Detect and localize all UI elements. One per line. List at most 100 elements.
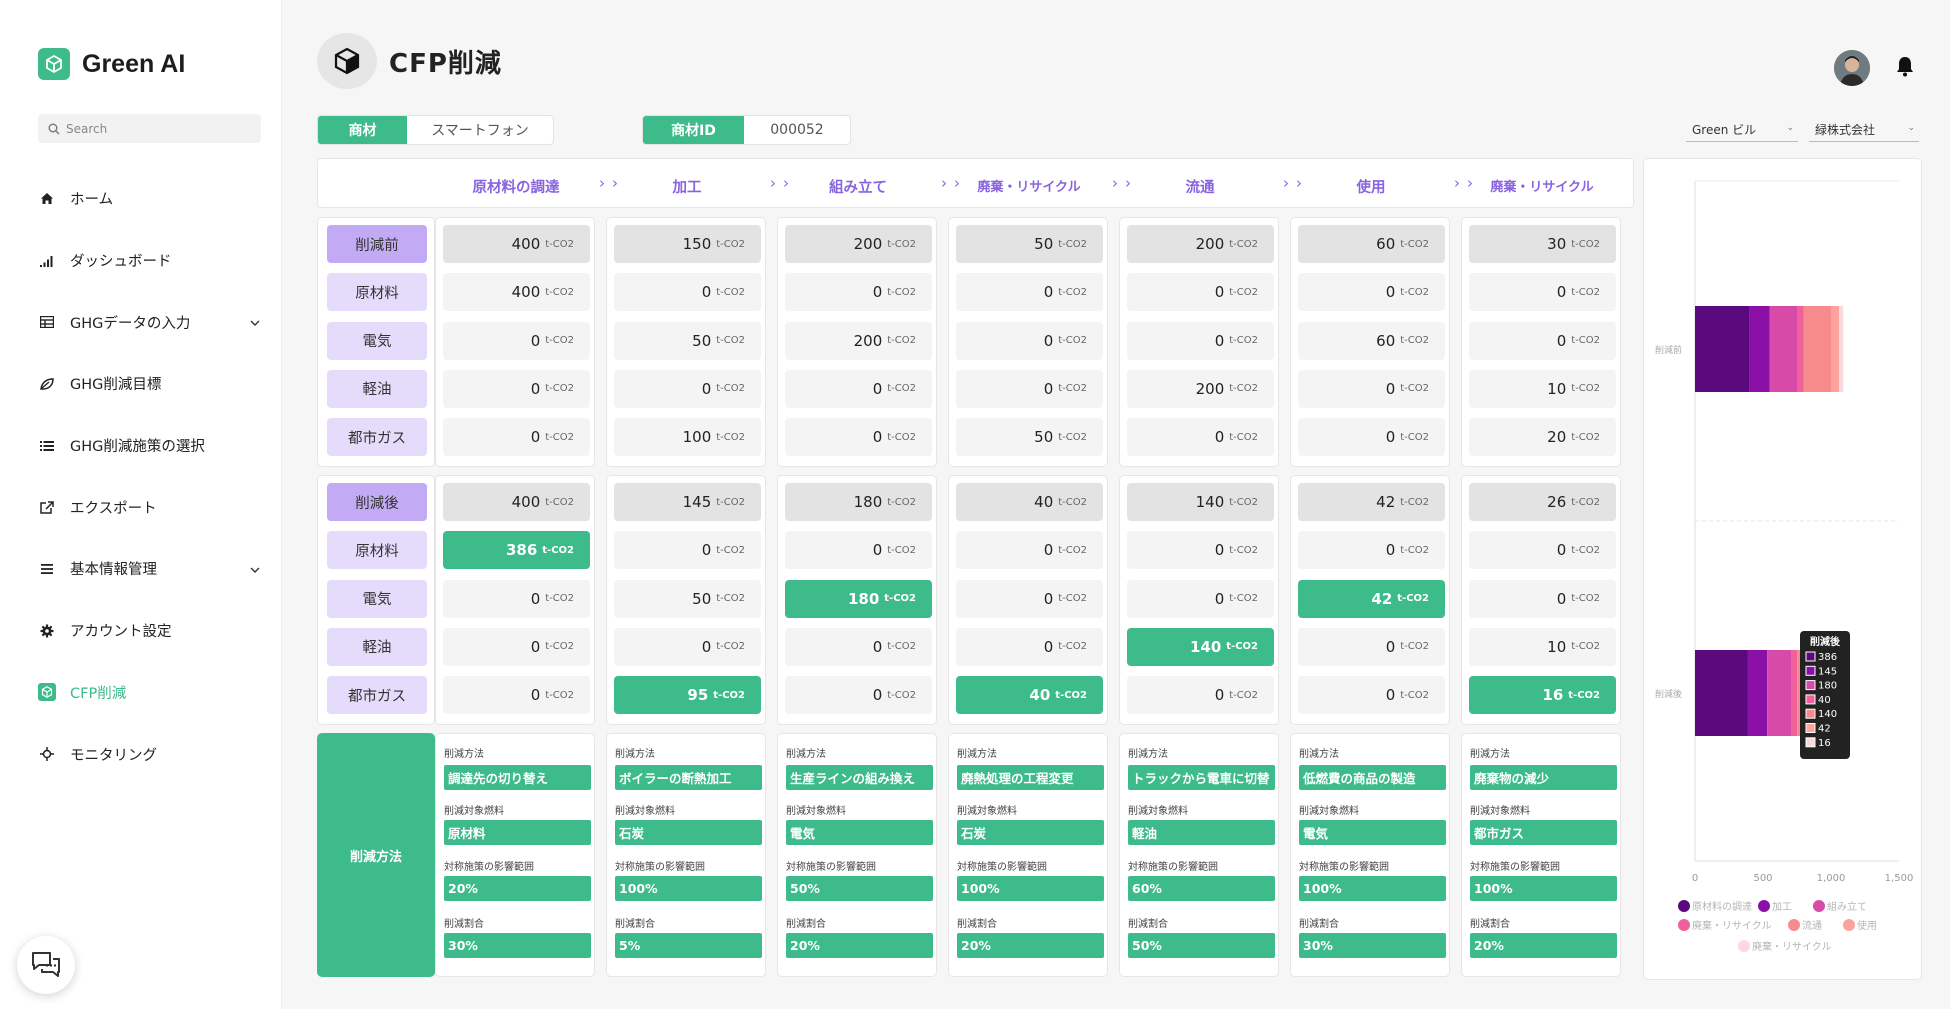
method-value-ratio[interactable]: 5%	[615, 933, 762, 958]
method-caption-ratio: 削減割合	[615, 919, 655, 930]
value-cell: 150 t-CO2	[614, 225, 761, 263]
method-value-ratio[interactable]: 20%	[786, 933, 933, 958]
tooltip-swatch	[1805, 651, 1816, 662]
cell-value: 140	[1195, 493, 1225, 511]
method-value-scope[interactable]: 100%	[615, 876, 762, 901]
sidebar-item-dashboard[interactable]: ダッシュボード	[38, 230, 262, 292]
product-id-value: 000052	[770, 122, 824, 138]
cell-unit: t-CO2	[884, 593, 916, 605]
value-cell: 0 t-CO2	[614, 531, 761, 570]
cell-unit: t-CO2	[545, 431, 574, 443]
value-cell: 0 t-CO2	[956, 531, 1103, 570]
method-value-fuel[interactable]: 石炭	[615, 820, 762, 845]
sidebar-item-cfp[interactable]: CFP削減	[38, 662, 262, 724]
before-block-column: 200 t-CO2 0 t-CO2 0 t-CO2 200 t-CO2 0 t-CO2	[1119, 217, 1279, 467]
cell-unit: t-CO2	[542, 544, 574, 556]
method-value-scope[interactable]: 20%	[444, 876, 591, 901]
value-cell: 0 t-CO2	[443, 627, 590, 666]
tooltip-swatch	[1805, 737, 1816, 748]
cell-unit: t-CO2	[1058, 496, 1087, 508]
method-value-fuel[interactable]: 原材料	[444, 820, 591, 845]
method-value-method[interactable]: 廃棄物の減少	[1470, 765, 1617, 790]
value-cell: 180 t-CO2	[785, 483, 932, 521]
cell-value: 0	[1556, 283, 1567, 302]
value-cell: 0 t-CO2	[1298, 627, 1445, 666]
legend-swatch	[1758, 900, 1770, 912]
cell-value: 0	[872, 283, 883, 302]
method-value-fuel[interactable]: 石炭	[957, 820, 1104, 845]
sidebar-item-basic-info[interactable]: 基本情報管理	[38, 538, 262, 600]
method-value-ratio[interactable]: 20%	[957, 933, 1104, 958]
method-value-fuel[interactable]: 軽油	[1128, 820, 1275, 845]
method-value-scope[interactable]: 60%	[1128, 876, 1275, 901]
sidebar-item-monitoring[interactable]: モニタリング	[38, 723, 262, 785]
cell-value: 0	[1214, 686, 1225, 705]
method-value-ratio[interactable]: 30%	[1299, 933, 1446, 958]
building-select[interactable]: Green ビル ⌄	[1686, 118, 1798, 142]
method-value-method[interactable]: トラックから電車に切替	[1128, 765, 1275, 790]
sidebar-item-home[interactable]: ホーム	[38, 168, 262, 230]
chat-icon	[32, 952, 60, 977]
cell-value: 200	[1195, 235, 1225, 253]
value-cell: 0 t-CO2	[443, 579, 590, 618]
chat-button[interactable]	[17, 936, 75, 994]
value-cell: 40 t-CO2	[956, 676, 1103, 715]
method-value-scope[interactable]: 50%	[786, 876, 933, 901]
company-select[interactable]: 緑株式会社 ⌄	[1809, 118, 1919, 142]
method-value-method[interactable]: 低燃費の商品の製造	[1299, 765, 1446, 790]
method-value-ratio[interactable]: 50%	[1128, 933, 1275, 958]
method-value-fuel[interactable]: 都市ガス	[1470, 820, 1617, 845]
chevron-down-icon[interactable]	[250, 561, 260, 577]
cell-value: 0	[872, 686, 883, 705]
app-logo[interactable]: Green AI	[38, 48, 185, 80]
search-input[interactable]: Search	[38, 114, 261, 143]
sidebar-item-label: モニタリング	[70, 747, 157, 764]
category-label: 削減前	[1655, 344, 1682, 356]
method-value-scope[interactable]: 100%	[957, 876, 1104, 901]
sidebar-item-account[interactable]: アカウント設定	[38, 600, 262, 662]
cell-unit: t-CO2	[545, 286, 574, 298]
method-value-ratio[interactable]: 30%	[444, 933, 591, 958]
sidebar-item-label: GHGデータの入力	[70, 315, 191, 332]
value-cell: 0 t-CO2	[614, 273, 761, 312]
row-label: 軽油	[327, 369, 427, 408]
after-block-column: 26 t-CO2 0 t-CO2 0 t-CO2 10 t-CO2 16 t-CO2	[1461, 475, 1621, 725]
cell-value: 400	[511, 283, 541, 302]
sidebar-item-ghg-input[interactable]: GHGデータの入力	[38, 291, 262, 353]
cell-value: 386	[505, 541, 538, 560]
cell-value: 180	[847, 589, 880, 608]
value-cell: 50 t-CO2	[956, 225, 1103, 263]
cell-value: 95	[687, 686, 709, 705]
sidebar-item-export[interactable]: エクスポート	[38, 476, 262, 538]
sidebar-item-ghg-target[interactable]: GHG削減目標	[38, 353, 262, 415]
method-value-fuel[interactable]: 電気	[786, 820, 933, 845]
method-value-scope[interactable]: 100%	[1470, 876, 1617, 901]
before-block-column: 150 t-CO2 0 t-CO2 50 t-CO2 0 t-CO2 100 t-CO2	[606, 217, 766, 467]
sidebar-item-ghg-measures[interactable]: GHG削減施策の選択	[38, 415, 262, 477]
chevron-down-icon[interactable]	[250, 314, 260, 330]
value-cell: 0 t-CO2	[1469, 273, 1616, 312]
cell-value: 200	[1195, 379, 1225, 398]
product-id-field[interactable]: 商材ID 000052	[642, 115, 851, 145]
product-field[interactable]: 商材 スマートフォン	[317, 115, 554, 145]
method-value-fuel[interactable]: 電気	[1299, 820, 1446, 845]
avatar[interactable]	[1834, 50, 1870, 86]
cell-unit: t-CO2	[1229, 238, 1258, 250]
cell-value: 0	[872, 541, 883, 560]
method-value-method[interactable]: 調達先の切り替え	[444, 765, 591, 790]
stacked-bar-chart[interactable]: 0 500 1,000 1,500削減前削減後削減後38614518040140421…	[1644, 159, 1923, 981]
method-value-ratio[interactable]: 20%	[1470, 933, 1617, 958]
method-value-method[interactable]: ボイラーの断熱加工	[615, 765, 762, 790]
cell-value: 0	[1214, 589, 1225, 608]
cell-value: 180	[853, 493, 883, 511]
method-value-method[interactable]: 廃熱処理の工程変更	[957, 765, 1104, 790]
value-cell: 0 t-CO2	[614, 369, 761, 408]
notification-bell-icon[interactable]	[1895, 55, 1915, 81]
method-value-scope[interactable]: 100%	[1299, 876, 1446, 901]
bar-segment	[1831, 306, 1840, 392]
method-column: 削減方法 生産ラインの組み換え 削減対象燃料 電気 対称施策の影響範囲 50% 削減割合 20…	[777, 733, 937, 977]
legend-label: 廃棄・リサイクル	[1752, 940, 1832, 953]
value-cell: 50 t-CO2	[956, 418, 1103, 457]
value-cell: 0 t-CO2	[956, 627, 1103, 666]
method-value-method[interactable]: 生産ラインの組み換え	[786, 765, 933, 790]
